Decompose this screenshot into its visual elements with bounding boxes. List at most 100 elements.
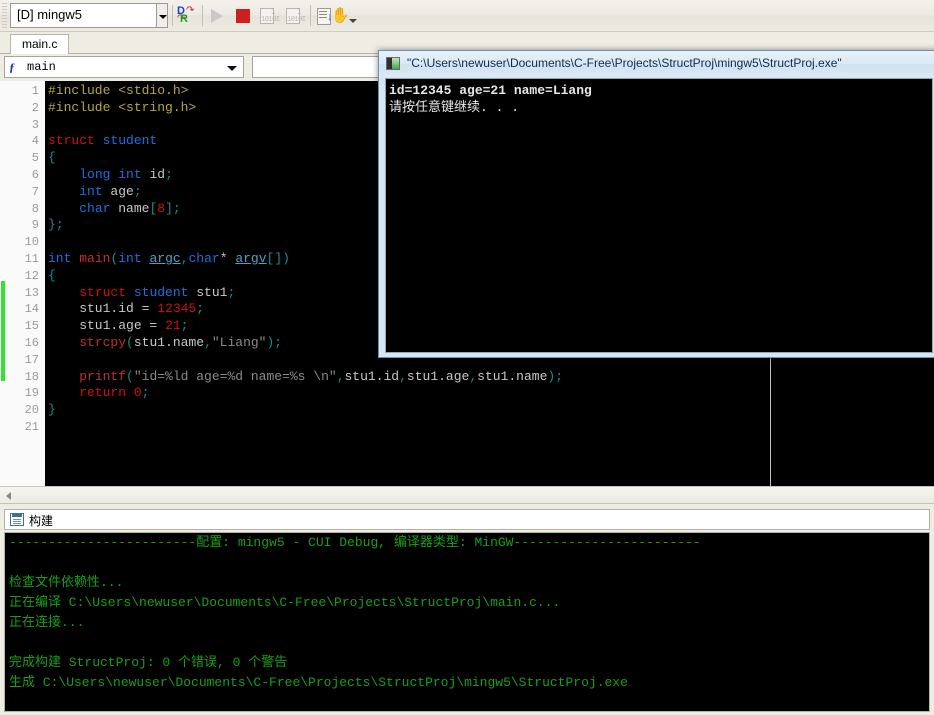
toolbar-drag-grip[interactable] xyxy=(2,3,7,29)
build-output-line: 检查文件依赖性... xyxy=(9,575,124,590)
console-window[interactable]: "C:\Users\newuser\Documents\C-Free\Proje… xyxy=(378,50,934,358)
line-number: 8 xyxy=(31,201,39,216)
console-output-area[interactable]: id=12345 age=21 name=Liang 请按任意键继续. . . xyxy=(385,78,933,353)
build-target-combo[interactable]: [D] mingw5 xyxy=(10,3,162,28)
line-number: 19 xyxy=(24,386,39,401)
editor-horizontal-scrollbar[interactable] xyxy=(0,486,934,504)
code-token: strcpy xyxy=(79,334,127,350)
code-token: } xyxy=(48,402,56,418)
line-number: 11 xyxy=(24,251,39,266)
code-token: printf xyxy=(79,368,127,384)
code-token: ; xyxy=(180,318,189,334)
code-token: return xyxy=(79,385,127,401)
code-token: #include <string.h> xyxy=(48,99,197,115)
code-token: ; xyxy=(172,200,181,216)
code-token: student xyxy=(102,133,158,149)
line-number: 17 xyxy=(24,352,39,367)
code-token: { xyxy=(48,267,56,283)
line-number: 5 xyxy=(31,151,39,166)
code-token: struct xyxy=(79,284,127,300)
run-button[interactable] xyxy=(206,5,228,27)
line-number: 10 xyxy=(24,235,39,250)
main-toolbar: [D] mingw5 D ↷ ↷ R 1 1010I 1 1010I ↓ ✋ xyxy=(0,0,934,32)
code-token: { xyxy=(48,150,56,166)
code-token: ) xyxy=(282,250,290,266)
code-line: printf("id=%ld age=%d name=%s \n",stu1.i… xyxy=(48,369,563,386)
code-token: char xyxy=(79,200,111,216)
code-token: ; xyxy=(274,334,283,350)
toolbar-separator xyxy=(172,5,173,26)
code-token: ] xyxy=(165,200,173,216)
code-token: main xyxy=(79,250,111,266)
build-output-text[interactable]: ------------------------配置: mingw5 - CUI… xyxy=(4,532,930,712)
console-window-titlebar[interactable]: "C:\Users\newuser\Documents\C-Free\Proje… xyxy=(379,51,934,77)
function-selector-combo[interactable]: ƒ main xyxy=(4,56,244,78)
line-number: 16 xyxy=(24,335,39,350)
build-output-line: 生成 C:\Users\newuser\Documents\C-Free\Pro… xyxy=(9,675,628,690)
console-line: id=12345 age=21 name=Liang xyxy=(389,83,592,98)
code-token: int xyxy=(118,166,142,182)
chevron-down-icon[interactable] xyxy=(227,66,237,71)
scroll-left-button[interactable] xyxy=(1,488,17,503)
line-number: 18 xyxy=(24,369,39,384)
code-token: , xyxy=(469,368,478,384)
code-token: 0 xyxy=(133,385,142,401)
code-token: ; xyxy=(133,183,142,199)
pause-hand-button[interactable]: ✋ xyxy=(328,5,350,27)
build-panel-title: 构建 xyxy=(29,514,54,528)
code-token: 21 xyxy=(165,318,181,334)
code-token: * xyxy=(219,250,236,266)
code-token: int xyxy=(79,183,103,199)
function-f-icon: ƒ xyxy=(9,60,15,74)
code-token: stu1 xyxy=(188,284,228,300)
code-token: ( xyxy=(126,334,134,350)
code-token: 12345 xyxy=(157,301,197,317)
line-number: 6 xyxy=(31,167,39,182)
stop-button[interactable] xyxy=(232,5,254,27)
tab-label: main.c xyxy=(22,37,58,51)
code-token: long xyxy=(79,166,111,182)
toolbar-separator xyxy=(310,5,311,26)
build-output-spacer xyxy=(5,553,929,573)
console-line: 请按任意键继续. . . xyxy=(389,100,520,115)
line-number: 9 xyxy=(31,218,39,233)
code-token: int xyxy=(118,250,142,266)
toolbar-overflow-icon[interactable] xyxy=(349,19,357,23)
chevron-left-icon xyxy=(6,492,11,500)
code-token: ; xyxy=(165,166,173,182)
chevron-down-icon xyxy=(159,15,167,19)
line-number: 21 xyxy=(24,419,39,434)
play-icon xyxy=(211,9,223,23)
code-token: ; xyxy=(141,385,150,401)
debug-release-toggle-button[interactable]: D ↷ ↷ R xyxy=(176,5,198,27)
hand-icon: ✋ xyxy=(331,7,350,24)
step-into-button[interactable]: 1 1010I xyxy=(258,5,280,27)
line-number: 3 xyxy=(31,117,39,132)
step-over-button[interactable]: 1 1010I xyxy=(284,5,306,27)
editor-gutter: 1 2 3 4 5 6 7 8 9 10 11 12 13 14 15 16 17 18 19 20 21 xyxy=(0,81,46,486)
code-token: argc xyxy=(149,250,181,266)
code-token: ; xyxy=(555,368,563,384)
build-panel-header[interactable]: 构建 xyxy=(4,509,930,530)
build-target-combo-arrow[interactable] xyxy=(156,3,168,28)
build-output-spacer xyxy=(5,633,929,653)
code-token: char xyxy=(188,250,220,266)
tab-main-c[interactable]: main.c xyxy=(10,34,70,54)
app-window: [D] mingw5 D ↷ ↷ R 1 1010I 1 1010I ↓ ✋ m… xyxy=(0,0,934,715)
line-number: 20 xyxy=(24,403,39,418)
code-token: , xyxy=(336,368,345,384)
line-number-column: 1 2 3 4 5 6 7 8 9 10 11 12 13 14 15 16 17 18 19 20 21 xyxy=(0,83,39,436)
code-token: } xyxy=(48,217,56,233)
code-line: return 0; xyxy=(48,385,563,402)
line-number: 1 xyxy=(31,84,39,98)
code-token: ( xyxy=(126,368,134,384)
function-selector-value: main xyxy=(27,60,56,74)
